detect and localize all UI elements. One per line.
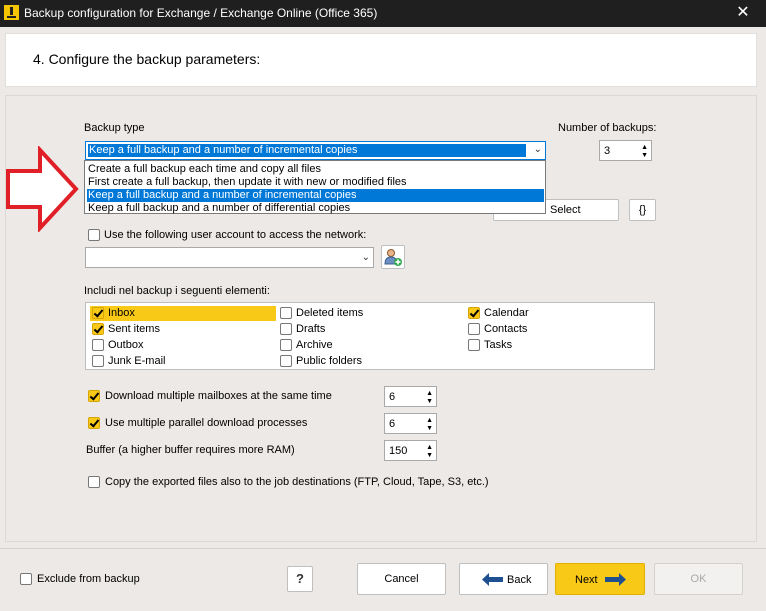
add-user-icon xyxy=(384,249,402,266)
braces-button[interactable]: {} xyxy=(629,199,656,221)
junk-email-label: Junk E-mail xyxy=(108,355,166,367)
dropdown-option[interactable]: First create a full backup, then update … xyxy=(87,176,544,189)
chevron-down-icon[interactable]: ⌄ xyxy=(362,252,370,263)
outbox-label: Outbox xyxy=(108,339,144,351)
processes-count-stepper[interactable]: 6 ▲ ▼ xyxy=(384,413,437,434)
mailboxes-count-stepper[interactable]: 6 ▲ ▼ xyxy=(384,386,437,407)
network-account-checkbox[interactable] xyxy=(88,229,100,241)
backup-type-dropdown[interactable]: Create a full backup each time and copy … xyxy=(84,160,546,214)
dropdown-option-selected[interactable]: Keep a full backup and a number of incre… xyxy=(87,189,544,202)
archive-label: Archive xyxy=(296,339,333,351)
spin-down-icon[interactable]: ▼ xyxy=(426,425,433,432)
calendar-checkbox[interactable] xyxy=(468,307,480,319)
drafts-checkbox[interactable] xyxy=(280,323,292,335)
drafts-label: Drafts xyxy=(296,323,326,335)
buffer-value: 150 xyxy=(389,445,408,457)
next-button[interactable]: Next xyxy=(555,563,645,595)
dropdown-option[interactable]: Create a full backup each time and copy … xyxy=(87,163,544,176)
spin-up-icon[interactable]: ▲ xyxy=(641,144,648,151)
chevron-down-icon[interactable]: ⌄ xyxy=(534,144,542,155)
multiple-mailboxes-checkbox[interactable] xyxy=(88,390,100,402)
parallel-processes-checkbox[interactable] xyxy=(88,417,100,429)
spin-up-icon[interactable]: ▲ xyxy=(426,444,433,451)
public-folders-label: Public folders xyxy=(296,355,363,367)
copy-exported-label: Copy the exported files also to the job … xyxy=(105,476,489,488)
inbox-checkbox[interactable] xyxy=(92,307,104,319)
window-title: Backup configuration for Exchange / Exch… xyxy=(24,6,378,20)
multiple-mailboxes-label: Download multiple mailboxes at the same … xyxy=(105,390,332,402)
close-icon[interactable]: ✕ xyxy=(728,0,758,27)
include-items-list: Inbox Sent items Outbox Junk E-mail Dele… xyxy=(85,302,655,370)
tasks-label: Tasks xyxy=(484,339,513,351)
buffer-label: Buffer (a higher buffer requires more RA… xyxy=(86,444,295,456)
spin-down-icon[interactable]: ▼ xyxy=(426,452,433,459)
number-of-backups-label: Number of backups: xyxy=(558,122,657,134)
inbox-label: Inbox xyxy=(108,307,135,319)
step-header: 4. Configure the backup parameters: xyxy=(5,33,757,87)
spin-up-icon[interactable]: ▲ xyxy=(426,390,433,397)
title-bar: Backup configuration for Exchange / Exch… xyxy=(0,0,766,27)
copy-exported-checkbox[interactable] xyxy=(88,476,100,488)
calendar-label: Calendar xyxy=(484,307,529,319)
add-user-button[interactable] xyxy=(381,245,405,269)
sent-items-label: Sent items xyxy=(108,323,160,335)
exclude-from-backup-checkbox[interactable] xyxy=(20,573,32,585)
arrow-left-icon xyxy=(482,573,503,586)
processes-count-value: 6 xyxy=(389,418,396,430)
sent-items-checkbox[interactable] xyxy=(92,323,104,335)
page-title: 4. Configure the backup parameters: xyxy=(33,51,261,67)
include-items-label: Includi nel backup i seguenti elementi: xyxy=(84,285,270,297)
select-button-label: Select xyxy=(550,204,581,216)
junk-email-checkbox[interactable] xyxy=(92,355,104,367)
next-button-label: Next xyxy=(575,574,598,586)
red-arrow-annotation xyxy=(6,146,79,232)
mailboxes-count-value: 6 xyxy=(389,391,396,403)
dropdown-option[interactable]: Keep a full backup and a number of diffe… xyxy=(87,202,544,215)
archive-checkbox[interactable] xyxy=(280,339,292,351)
outbox-checkbox[interactable] xyxy=(92,339,104,351)
backup-type-select[interactable]: Keep a full backup and a number of incre… xyxy=(85,141,546,160)
deleted-items-checkbox[interactable] xyxy=(280,307,292,319)
back-button-label: Back xyxy=(507,574,532,586)
spin-down-icon[interactable]: ▼ xyxy=(426,398,433,405)
exclude-from-backup-label: Exclude from backup xyxy=(37,573,140,585)
backup-type-label: Backup type xyxy=(84,122,145,134)
app-logo-icon xyxy=(4,5,19,20)
deleted-items-label: Deleted items xyxy=(296,307,364,319)
network-account-select[interactable]: ⌄ xyxy=(85,247,374,268)
back-button[interactable]: Back xyxy=(459,563,548,595)
number-of-backups-value: 3 xyxy=(604,145,611,157)
ok-button[interactable]: OK xyxy=(654,563,743,595)
backup-type-selected: Keep a full backup and a number of incre… xyxy=(88,144,526,157)
cancel-button[interactable]: Cancel xyxy=(357,563,446,595)
network-account-label: Use the following user account to access… xyxy=(104,229,367,241)
contacts-label: Contacts xyxy=(484,323,528,335)
tasks-checkbox[interactable] xyxy=(468,339,480,351)
contacts-checkbox[interactable] xyxy=(468,323,480,335)
parallel-processes-label: Use multiple parallel download processes xyxy=(105,417,308,429)
spin-down-icon[interactable]: ▼ xyxy=(641,152,648,159)
number-of-backups-stepper[interactable]: 3 ▲ ▼ xyxy=(599,140,652,161)
spin-up-icon[interactable]: ▲ xyxy=(426,417,433,424)
buffer-stepper[interactable]: 150 ▲ ▼ xyxy=(384,440,437,461)
public-folders-checkbox[interactable] xyxy=(280,355,292,367)
arrow-right-icon xyxy=(605,573,626,586)
help-button[interactable]: ? xyxy=(287,566,313,592)
